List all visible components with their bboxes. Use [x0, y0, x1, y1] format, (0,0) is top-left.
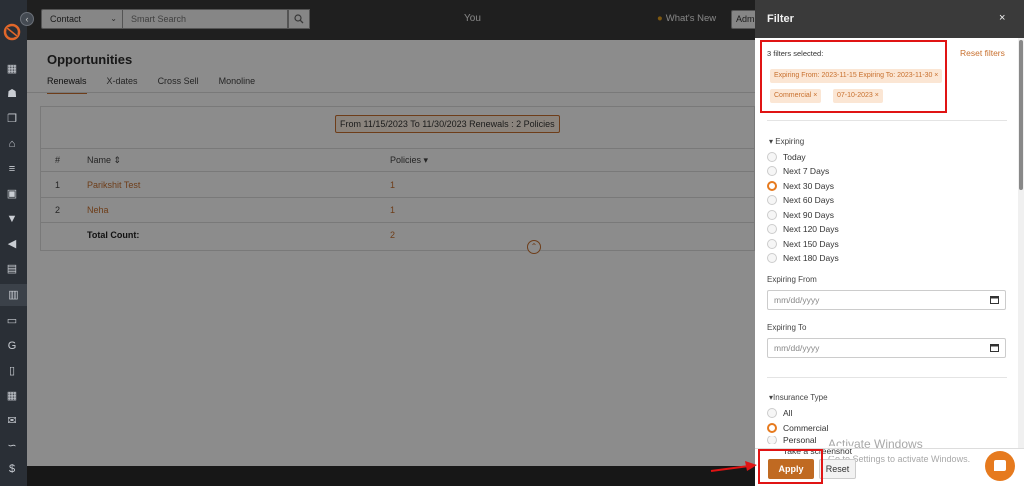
- expiring-from-label: Expiring From: [767, 275, 817, 284]
- expiring-from-input[interactable]: mm/dd/yyyy: [767, 290, 1006, 310]
- logo-icon[interactable]: [3, 23, 21, 41]
- calendar-icon[interactable]: [990, 295, 999, 304]
- radio-label: All: [783, 408, 793, 418]
- carriers-icon[interactable]: ⌂: [5, 137, 19, 151]
- dashboard-icon[interactable]: ▦: [5, 62, 19, 76]
- radio-expiring-30-days[interactable]: Next 30 Days: [767, 180, 834, 192]
- radio-button[interactable]: [767, 195, 777, 205]
- radio-insurance-all[interactable]: All: [767, 407, 792, 419]
- radio-button[interactable]: [767, 436, 777, 444]
- radio-label: Commercial: [783, 423, 829, 433]
- panel-scroll-thumb[interactable]: [1019, 40, 1023, 190]
- filter-chip-expiring-range[interactable]: Expiring From: 2023-11-15 Expiring To: 2…: [770, 69, 943, 83]
- radio-label: Next 180 Days: [783, 253, 839, 263]
- chat-icon[interactable]: [985, 451, 1015, 481]
- radio-expiring-7-days[interactable]: Next 7 Days: [767, 165, 829, 177]
- reset-filters-link[interactable]: Reset filters: [960, 48, 1005, 58]
- date-placeholder: mm/dd/yyyy: [774, 295, 820, 305]
- reset-button[interactable]: Reset: [819, 459, 856, 479]
- calendar-icon[interactable]: [990, 343, 999, 352]
- radio-insurance-commercial[interactable]: Commercial: [767, 422, 828, 434]
- radio-insurance-personal[interactable]: Personal: [767, 436, 817, 444]
- contacts-icon[interactable]: ☗: [5, 87, 19, 101]
- radio-label: Next 120 Days: [783, 224, 839, 234]
- google-icon[interactable]: G: [5, 339, 19, 353]
- filter-funnel-icon[interactable]: ▼: [5, 212, 19, 226]
- documents-icon[interactable]: ❐: [5, 112, 19, 126]
- expiring-section-label[interactable]: ▾ Expiring: [769, 137, 804, 146]
- filter-panel-header: Filter ×: [755, 0, 1024, 38]
- radio-expiring-150-days[interactable]: Next 150 Days: [767, 238, 839, 250]
- report-icon[interactable]: ▤: [5, 262, 19, 276]
- radio-label: Next 7 Days: [783, 166, 830, 176]
- radio-button[interactable]: [767, 224, 777, 234]
- radio-label: Next 150 Days: [783, 239, 839, 249]
- billing-icon[interactable]: $: [5, 462, 19, 476]
- section-divider: [767, 120, 1007, 121]
- folder-icon[interactable]: ▭: [5, 314, 19, 328]
- list-icon[interactable]: ≡: [5, 162, 19, 176]
- calendar-icon[interactable]: ▦: [5, 389, 19, 403]
- expiring-to-label: Expiring To: [767, 323, 807, 332]
- mail-icon[interactable]: ✉: [5, 414, 19, 428]
- radio-expiring-90-days[interactable]: Next 90 Days: [767, 209, 834, 221]
- pointer-arrow-icon: [710, 461, 757, 472]
- apply-highlight: [758, 449, 823, 484]
- radio-button[interactable]: [767, 210, 777, 220]
- radio-label: Today: [783, 152, 806, 162]
- radio-button-selected[interactable]: [767, 181, 777, 191]
- radio-label: Next 60 Days: [783, 195, 835, 205]
- filter-title: Filter: [767, 13, 794, 25]
- radio-label: Next 30 Days: [783, 181, 835, 191]
- opportunities-chart-icon[interactable]: ▥: [0, 284, 27, 306]
- radio-label: Personal: [783, 436, 817, 444]
- megaphone-icon[interactable]: ◀: [5, 237, 19, 251]
- sidebar-collapse-icon[interactable]: ‹: [20, 12, 34, 26]
- signature-icon[interactable]: ∽: [5, 439, 19, 453]
- section-divider: [767, 377, 1007, 378]
- close-icon[interactable]: ×: [999, 12, 1005, 24]
- radio-button-selected[interactable]: [767, 423, 777, 433]
- notes-icon[interactable]: ▯: [5, 364, 19, 378]
- id-card-icon[interactable]: ▣: [5, 187, 19, 201]
- sidebar: ▦ ☗ ❐ ⌂ ≡ ▣ ▼ ◀ ▤ ▥ ▭ G ▯ ▦ ✉ ∽ $: [0, 0, 27, 486]
- radio-label: Next 90 Days: [783, 210, 835, 220]
- modal-backdrop[interactable]: [27, 0, 755, 486]
- insurance-type-section-label[interactable]: ▾Insurance Type: [769, 393, 828, 402]
- radio-button[interactable]: [767, 408, 777, 418]
- radio-button[interactable]: [767, 166, 777, 176]
- filter-panel: Filter × 3 filters selected: Reset filte…: [755, 0, 1024, 486]
- radio-expiring-today[interactable]: Today: [767, 151, 806, 163]
- filter-chip-commercial[interactable]: Commercial ×: [770, 89, 822, 103]
- radio-button[interactable]: [767, 239, 777, 249]
- filter-chip-date[interactable]: 07-10-2023 ×: [833, 89, 883, 103]
- radio-button[interactable]: [767, 152, 777, 162]
- radio-button[interactable]: [767, 253, 777, 263]
- radio-expiring-180-days[interactable]: Next 180 Days: [767, 252, 839, 264]
- expiring-to-input[interactable]: mm/dd/yyyy: [767, 338, 1006, 358]
- date-placeholder: mm/dd/yyyy: [774, 343, 820, 353]
- radio-expiring-120-days[interactable]: Next 120 Days: [767, 223, 839, 235]
- radio-expiring-60-days[interactable]: Next 60 Days: [767, 194, 834, 206]
- selected-filters-count: 3 filters selected:: [767, 49, 824, 58]
